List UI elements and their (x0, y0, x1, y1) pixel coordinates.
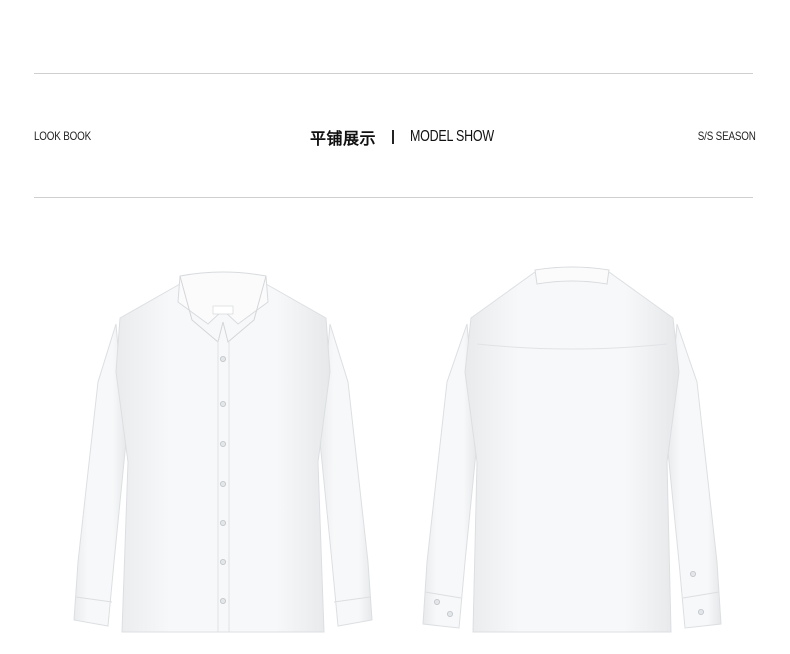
shirt-back-image (417, 262, 727, 638)
look-book-label: LOOK BOOK (34, 129, 92, 143)
top-divider (34, 73, 753, 74)
bottom-divider (34, 197, 753, 198)
title-english: MODEL SHOW (410, 128, 494, 145)
season-label: S/S SEASON (698, 129, 756, 143)
section-title: 平铺展示 MODEL SHOW (310, 124, 518, 150)
shirt-front-image (68, 262, 378, 638)
title-chinese: 平铺展示 (310, 131, 377, 148)
white-shirt-back-icon (422, 266, 722, 633)
section-header: LOOK BOOK 平铺展示 MODEL SHOW S/S SEASON (34, 124, 756, 150)
title-separator (392, 130, 395, 144)
white-shirt-front-icon (73, 271, 373, 633)
